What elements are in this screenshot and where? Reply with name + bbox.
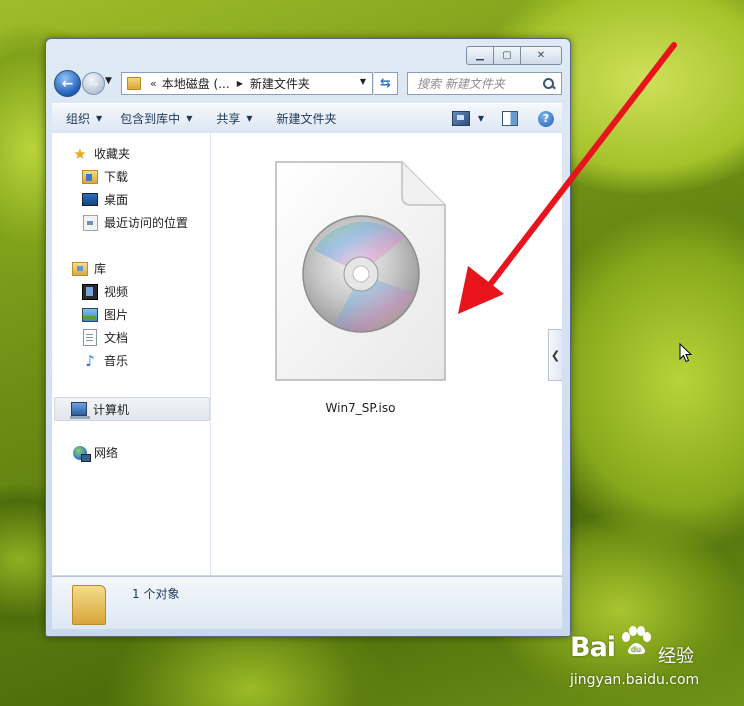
watermark-suffix: 经验 <box>658 646 694 667</box>
annotation-arrow <box>458 42 677 314</box>
watermark-url: jingyan.baidu.com <box>570 672 700 688</box>
svg-text:du: du <box>631 645 641 654</box>
watermark: Bai du 经验 jingyan.baidu.com <box>568 626 738 702</box>
paw-icon: du <box>622 626 651 655</box>
mouse-cursor-icon <box>679 343 693 363</box>
arrow-shaft <box>483 42 677 293</box>
watermark-logo: Bai <box>570 632 616 663</box>
